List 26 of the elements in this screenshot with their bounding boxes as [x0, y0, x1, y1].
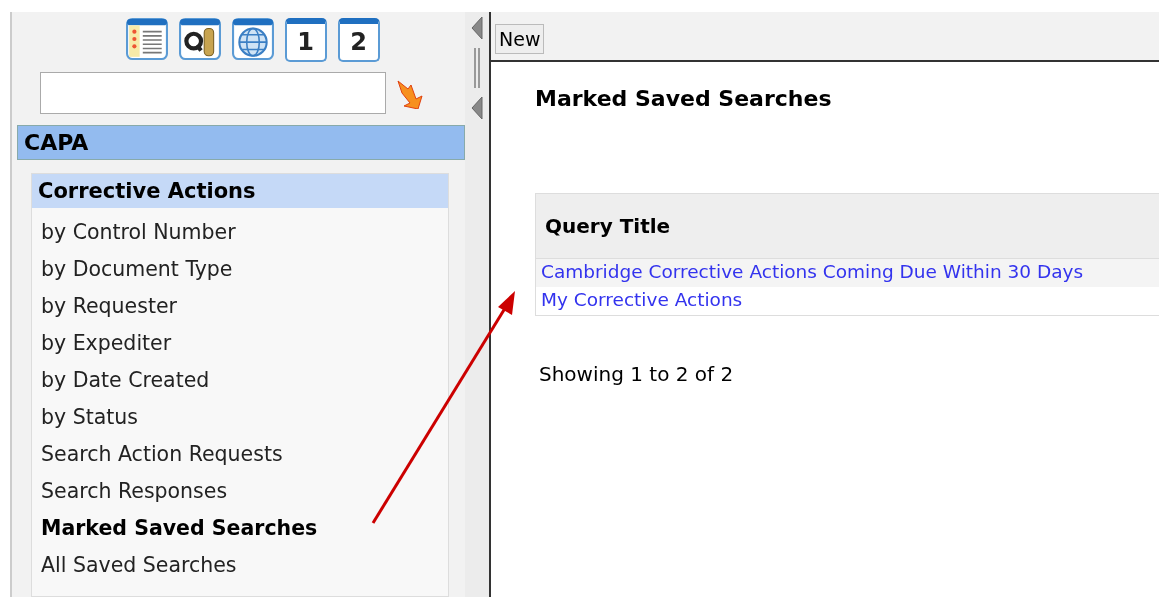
sidebar-item[interactable]: by Expediter — [32, 327, 448, 364]
module-header[interactable]: CAPA — [17, 125, 465, 160]
page-title: Marked Saved Searches — [535, 86, 833, 111]
collapse-arrow-icon[interactable] — [471, 16, 483, 40]
sidebar-item[interactable]: All Saved Searches — [32, 549, 448, 586]
sidebar-item[interactable]: Marked Saved Searches — [32, 512, 448, 549]
query-chain-icon[interactable] — [178, 18, 221, 60]
list-icon[interactable] — [125, 18, 168, 60]
sidebar-item[interactable]: Search Responses — [32, 475, 448, 512]
sidebar-item[interactable]: by Requester — [32, 290, 448, 327]
sidebar-item[interactable]: by Status — [32, 401, 448, 438]
splitter-grip-icon[interactable] — [473, 46, 481, 90]
globe-icon[interactable] — [231, 18, 274, 60]
sidebar-item[interactable]: by Date Created — [32, 364, 448, 401]
pagination-info: Showing 1 to 2 of 2 — [538, 362, 735, 386]
query-link[interactable]: My Corrective Actions — [541, 289, 743, 310]
sidebar-item[interactable]: Search Action Requests — [32, 438, 448, 475]
number-tab[interactable]: 1 — [284, 18, 327, 62]
sidebar-item[interactable]: by Control Number — [32, 216, 448, 253]
sidebar-item[interactable]: by Document Type — [32, 253, 448, 290]
number-tab[interactable]: 2 — [337, 18, 380, 62]
collapse-arrow-icon[interactable] — [471, 96, 483, 120]
section-header[interactable]: Corrective Actions — [32, 174, 448, 208]
column-header: Query Title — [536, 194, 1159, 259]
search-field[interactable] — [40, 72, 386, 114]
new-button[interactable]: New — [495, 24, 545, 54]
